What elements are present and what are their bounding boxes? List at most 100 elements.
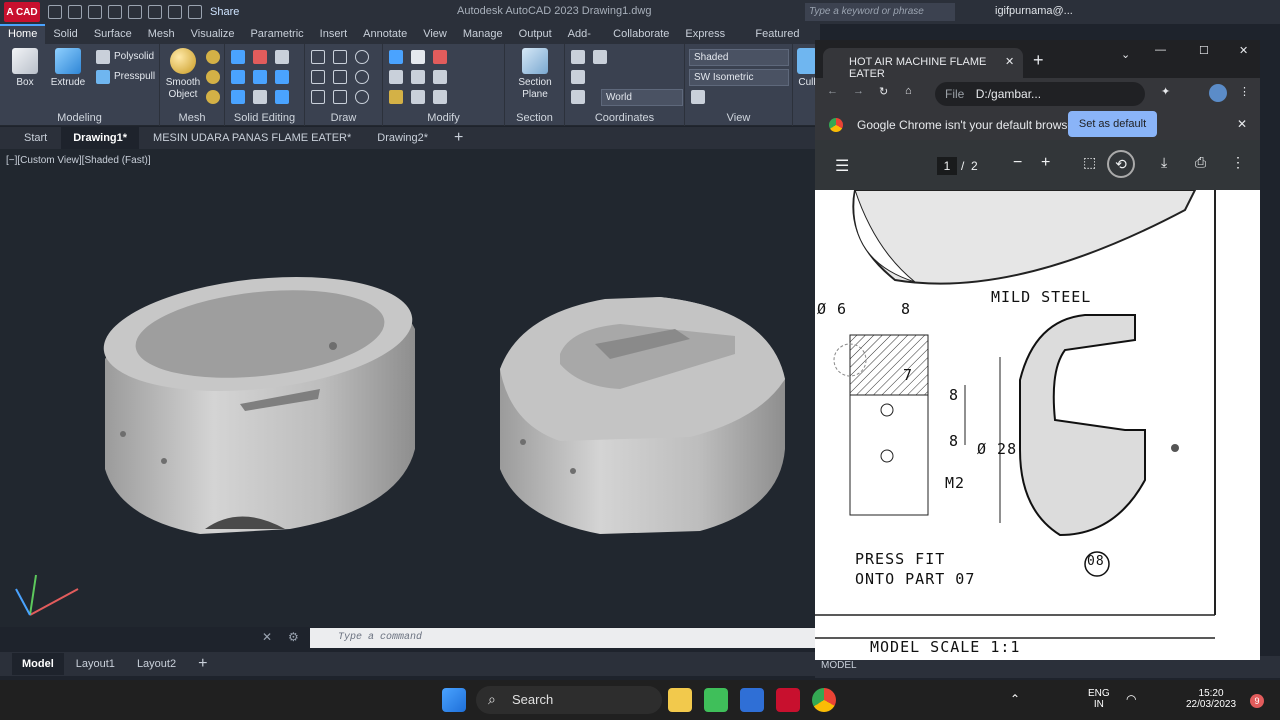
camtasia-icon[interactable] bbox=[704, 688, 728, 712]
new-tab-plus-icon[interactable]: + bbox=[1033, 50, 1044, 71]
ucs-origin-icon[interactable] bbox=[593, 50, 607, 64]
redo-icon[interactable] bbox=[188, 5, 202, 19]
tab-insert[interactable]: Insert bbox=[312, 24, 356, 44]
ucs-3point-icon[interactable] bbox=[571, 90, 585, 104]
tab-visualize[interactable]: Visualize bbox=[183, 24, 243, 44]
model-viewport[interactable]: [−][Custom View][Shaded (Fast)] bbox=[0, 149, 815, 627]
tab-search-chevron-icon[interactable]: ⌄ bbox=[1121, 48, 1130, 61]
extrude-button[interactable]: Extrude bbox=[48, 48, 88, 89]
clock[interactable]: 15:20 22/03/2023 bbox=[1186, 688, 1236, 710]
move-icon[interactable] bbox=[411, 50, 425, 64]
tab-parametric[interactable]: Parametric bbox=[242, 24, 311, 44]
imprint-icon[interactable] bbox=[253, 90, 267, 104]
cloud-icon[interactable] bbox=[128, 5, 142, 19]
ucs-view-icon[interactable] bbox=[571, 70, 585, 84]
mirror-icon[interactable] bbox=[389, 50, 403, 64]
wifi-icon[interactable]: ◠ bbox=[1126, 692, 1136, 706]
tab-featured-apps[interactable]: Featured Apps bbox=[747, 24, 820, 60]
view-dropdown[interactable]: SW Isometric bbox=[689, 69, 789, 86]
layout-tab-layout1[interactable]: Layout1 bbox=[66, 653, 125, 675]
page-number-input[interactable]: 1 bbox=[937, 157, 957, 175]
align-icon[interactable] bbox=[389, 70, 403, 84]
polygon-icon[interactable] bbox=[311, 90, 325, 104]
arc-icon[interactable] bbox=[355, 50, 369, 64]
polysolid-button[interactable]: Polysolid bbox=[114, 51, 154, 62]
fit-page-icon[interactable]: ⬚ bbox=[1083, 154, 1096, 171]
tab-annotate[interactable]: Annotate bbox=[355, 24, 415, 44]
home-icon[interactable]: ⌂ bbox=[905, 85, 912, 97]
3d-models[interactable] bbox=[0, 149, 815, 627]
add-layout-plus-icon[interactable]: + bbox=[188, 653, 217, 675]
doc-tab-drawing1[interactable]: Drawing1* bbox=[61, 127, 140, 149]
undo-icon[interactable] bbox=[168, 5, 182, 19]
save-icon[interactable] bbox=[88, 5, 102, 19]
set-as-default-button[interactable]: Set as default bbox=[1068, 111, 1157, 137]
tab-output[interactable]: Output bbox=[511, 24, 560, 44]
ucs-dropdown[interactable]: World bbox=[601, 89, 683, 106]
minimize-icon[interactable]: — bbox=[1155, 44, 1166, 56]
section-plane-button[interactable]: Section Plane bbox=[511, 48, 559, 101]
zoom-in-icon[interactable]: + bbox=[1041, 154, 1050, 172]
tab-home[interactable]: Home bbox=[0, 24, 46, 44]
tab-express-tools[interactable]: Express Tools bbox=[677, 24, 747, 60]
file-info-icon[interactable]: File bbox=[945, 87, 964, 101]
visual-style-dropdown[interactable]: Shaded bbox=[689, 49, 789, 66]
stretch-icon[interactable] bbox=[389, 90, 403, 104]
subtract-icon[interactable] bbox=[253, 50, 267, 64]
new-icon[interactable] bbox=[48, 5, 62, 19]
mesh-tool-icon[interactable] bbox=[206, 90, 220, 104]
union-icon[interactable] bbox=[231, 50, 245, 64]
tab-manage[interactable]: Manage bbox=[455, 24, 511, 44]
windows-start-icon[interactable] bbox=[442, 688, 466, 712]
extract-edges-icon[interactable] bbox=[275, 70, 289, 84]
layout-tab-model[interactable]: Model bbox=[12, 653, 64, 675]
tray-chevron-icon[interactable]: ⌃ bbox=[1010, 692, 1020, 706]
tab-view[interactable]: View bbox=[415, 24, 455, 44]
smooth-object-button[interactable]: Smooth Object bbox=[162, 48, 204, 101]
keyword-search-input[interactable]: Type a keyword or phrase bbox=[805, 3, 955, 21]
spline-icon[interactable] bbox=[311, 70, 325, 84]
tab-collaborate[interactable]: Collaborate bbox=[605, 24, 677, 44]
download-icon[interactable]: ⤓ bbox=[1161, 154, 1167, 171]
doc-tab-mesin[interactable]: MESIN UDARA PANAS FLAME EATER* bbox=[141, 127, 363, 149]
chrome-taskbar-icon[interactable] bbox=[812, 688, 836, 712]
doc-tab-drawing2[interactable]: Drawing2* bbox=[365, 127, 440, 149]
box-button[interactable]: Box bbox=[8, 48, 42, 89]
rotate-icon[interactable]: ⟲ bbox=[1107, 150, 1135, 178]
presspull-button[interactable]: Presspull bbox=[114, 71, 155, 82]
ellipse-icon[interactable] bbox=[355, 90, 369, 104]
part-right-model[interactable] bbox=[500, 297, 785, 534]
rectangle-icon[interactable] bbox=[333, 90, 347, 104]
forward-arrow-icon[interactable]: → bbox=[853, 85, 864, 97]
close-window-icon[interactable]: ✕ bbox=[1239, 44, 1248, 57]
tab-solid[interactable]: Solid bbox=[45, 24, 85, 44]
language-indicator[interactable]: ENG IN bbox=[1088, 688, 1110, 710]
slice-icon[interactable] bbox=[275, 50, 289, 64]
extensions-icon[interactable]: ✦ bbox=[1161, 85, 1170, 98]
rotate-icon[interactable] bbox=[411, 70, 425, 84]
close-icon[interactable]: ✕ bbox=[262, 630, 272, 644]
viewport-config-icon[interactable] bbox=[691, 90, 705, 104]
new-tab-plus-icon[interactable]: + bbox=[442, 127, 475, 149]
zoom-out-icon[interactable]: − bbox=[1013, 154, 1022, 172]
separate-icon[interactable] bbox=[275, 90, 289, 104]
chrome-menu-icon[interactable]: ⋮ bbox=[1239, 85, 1250, 98]
tab-surface[interactable]: Surface bbox=[86, 24, 140, 44]
close-infobar-icon[interactable]: ✕ bbox=[1237, 117, 1247, 131]
command-input[interactable]: Type a command bbox=[310, 628, 815, 648]
save-as-icon[interactable] bbox=[108, 5, 122, 19]
tab-addins[interactable]: Add-ins bbox=[560, 24, 605, 60]
user-account[interactable]: igifpurnama@... bbox=[995, 5, 1073, 17]
copy-icon[interactable] bbox=[433, 70, 447, 84]
construction-line-icon[interactable] bbox=[333, 70, 347, 84]
doc-tab-start[interactable]: Start bbox=[12, 127, 59, 149]
array-icon[interactable] bbox=[433, 90, 447, 104]
mesh-tool-icon[interactable] bbox=[206, 50, 220, 64]
mesh-tool-icon[interactable] bbox=[206, 70, 220, 84]
maximize-icon[interactable]: ☐ bbox=[1199, 44, 1209, 57]
chrome-tab[interactable]: HOT AIR MACHINE FLAME EATER ✕ bbox=[823, 48, 1023, 80]
back-arrow-icon[interactable]: ← bbox=[827, 85, 838, 97]
part-left-model[interactable] bbox=[98, 263, 418, 534]
pdf-more-icon[interactable]: ⋮ bbox=[1231, 154, 1245, 171]
trim-icon[interactable] bbox=[433, 50, 447, 64]
